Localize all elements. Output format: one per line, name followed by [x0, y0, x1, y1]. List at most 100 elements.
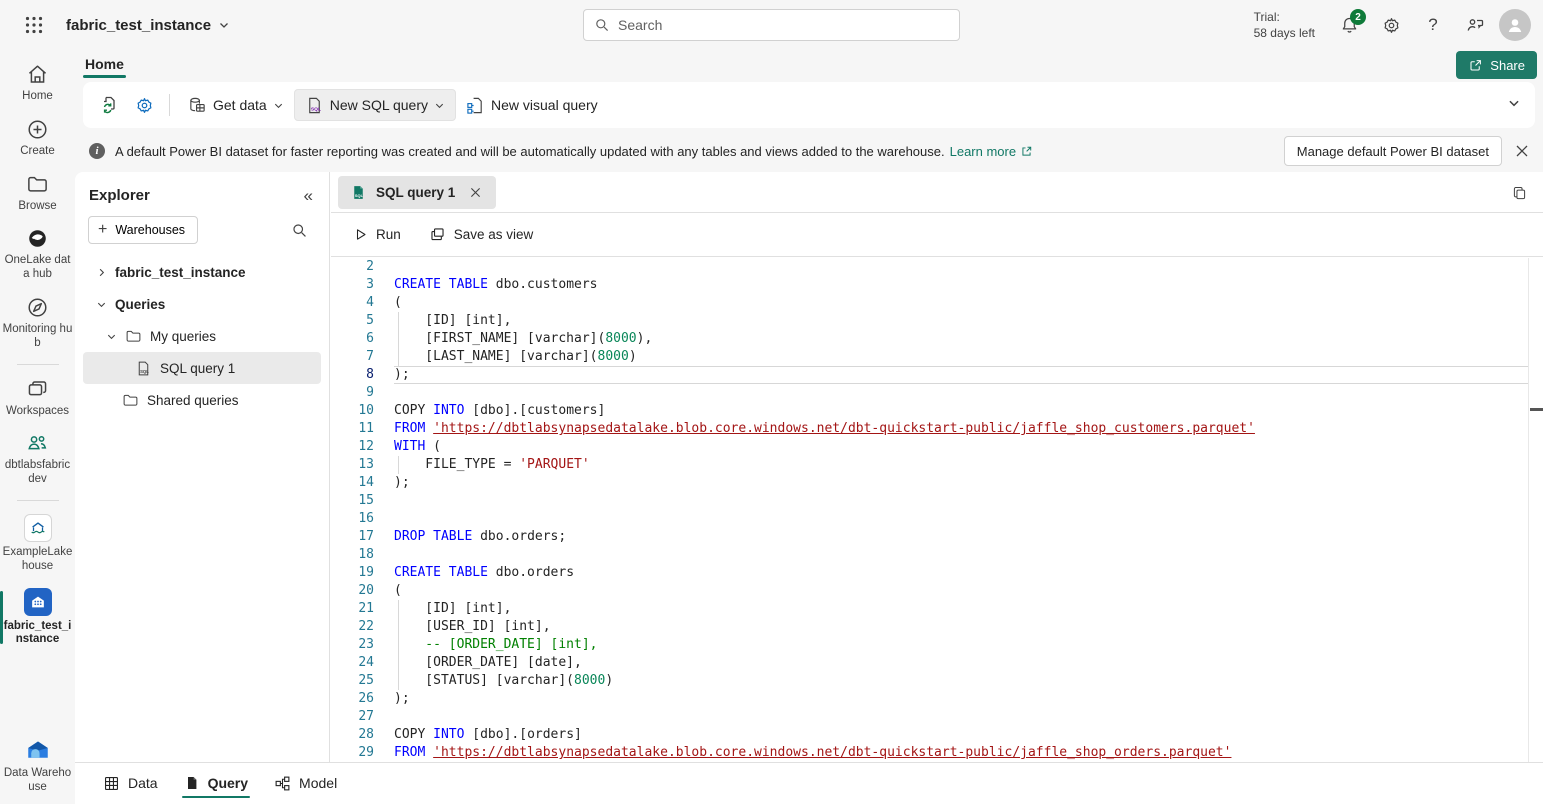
- feedback-icon[interactable]: [1457, 7, 1493, 43]
- editor-scrollbar[interactable]: [1528, 258, 1543, 762]
- tab-sql-query-1[interactable]: SQL SQL query 1: [338, 176, 496, 209]
- nav-item-onelake-data-hub[interactable]: OneLake data hub: [0, 226, 75, 283]
- code-line[interactable]: 26);: [331, 690, 1528, 708]
- code-line[interactable]: 25 [STATUS] [varchar](8000): [331, 672, 1528, 690]
- code-line[interactable]: 22 [USER_ID] [int],: [331, 618, 1528, 636]
- ribbon-toolbar: Get data SQL New SQL query New visual qu…: [83, 82, 1535, 128]
- tree-item-shared-queries[interactable]: Shared queries: [75, 384, 329, 416]
- code-line[interactable]: 14);: [331, 474, 1528, 492]
- chevron-down-icon: [105, 331, 117, 342]
- chevron-down-icon: [273, 100, 284, 111]
- new-visual-query-button[interactable]: New visual query: [456, 89, 608, 121]
- code-line[interactable]: 29FROM 'https://dbtlabsynapsedatalake.bl…: [331, 744, 1528, 762]
- external-link-icon: [1020, 145, 1033, 158]
- tree-item-sql-query-1[interactable]: SQL SQL query 1: [83, 352, 321, 384]
- code-line[interactable]: 4(: [331, 294, 1528, 312]
- code-line[interactable]: 24 [ORDER_DATE] [date],: [331, 654, 1528, 672]
- query-editor: SQL SQL query 1 Run: [331, 172, 1543, 762]
- get-data-button[interactable]: Get data: [178, 89, 294, 121]
- learn-more-link[interactable]: Learn more: [950, 144, 1033, 159]
- nav-item-examplelakehouse[interactable]: ExampleLakehouse: [0, 513, 75, 575]
- code-line[interactable]: 16: [331, 510, 1528, 528]
- tab-model[interactable]: Model: [266, 766, 345, 802]
- tab-query[interactable]: Query: [176, 766, 256, 801]
- svg-text:SQL: SQL: [140, 369, 149, 374]
- code-line[interactable]: 2: [331, 258, 1528, 276]
- code-line[interactable]: 11FROM 'https://dbtlabsynapsedatalake.bl…: [331, 420, 1528, 438]
- code-line[interactable]: 23 -- [ORDER_DATE] [int],: [331, 636, 1528, 654]
- save-as-view-button[interactable]: Save as view: [417, 219, 546, 251]
- nav-item-home[interactable]: Home: [0, 62, 75, 105]
- manage-default-dataset-button[interactable]: Manage default Power BI dataset: [1284, 136, 1502, 166]
- run-button[interactable]: Run: [341, 219, 413, 251]
- browse-icon: [26, 173, 49, 196]
- help-button[interactable]: ?: [1415, 7, 1451, 43]
- tree-item-queries[interactable]: Queries: [75, 288, 329, 320]
- notifications-button[interactable]: 2: [1331, 7, 1367, 43]
- code-line[interactable]: 13 FILE_TYPE = 'PARQUET': [331, 456, 1528, 474]
- tab-home[interactable]: Home: [83, 54, 126, 78]
- avatar[interactable]: [1499, 9, 1531, 41]
- collapse-panel-icon[interactable]: «: [304, 187, 313, 204]
- code-line[interactable]: 15: [331, 492, 1528, 510]
- home-icon: [26, 63, 49, 86]
- nav-item-workspaces[interactable]: Workspaces: [0, 377, 75, 420]
- code-line[interactable]: 20(: [331, 582, 1528, 600]
- copy-icon[interactable]: [1507, 181, 1531, 205]
- nav-item-workspace-dbtlabsfabricdev[interactable]: dbtlabsfabricdev: [0, 431, 75, 488]
- nav-item-browse[interactable]: Browse: [0, 172, 75, 215]
- code-line[interactable]: 28COPY INTO [dbo].[orders]: [331, 726, 1528, 744]
- query-doc-icon: [184, 775, 200, 791]
- chevron-right-icon: [95, 267, 107, 278]
- new-sql-query-button[interactable]: SQL New SQL query: [294, 89, 456, 121]
- info-icon: i: [89, 143, 105, 159]
- svg-text:SQL: SQL: [311, 106, 321, 112]
- ribbon-collapse-chevron[interactable]: [1507, 96, 1521, 110]
- folder-icon: [122, 392, 139, 409]
- code-line[interactable]: 10COPY INTO [dbo].[customers]: [331, 402, 1528, 420]
- explorer-search-icon[interactable]: [285, 216, 313, 244]
- warehouse-settings-icon[interactable]: [127, 89, 161, 121]
- tab-close-icon[interactable]: [464, 181, 486, 203]
- monitoring-icon: [26, 296, 49, 319]
- tree-item-my-queries[interactable]: My queries: [75, 320, 329, 352]
- main-content: Explorer « + Warehouses fabric_test_inst…: [75, 172, 1543, 804]
- code-line[interactable]: 7 [LAST_NAME] [varchar](8000): [331, 348, 1528, 366]
- query-toolbar: Run Save as view: [331, 213, 1543, 257]
- code-line[interactable]: 21 [ID] [int],: [331, 600, 1528, 618]
- divider: [169, 94, 170, 116]
- tree-item-warehouse-root[interactable]: fabric_test_instance: [75, 256, 329, 288]
- code-line[interactable]: 27: [331, 708, 1528, 726]
- code-line[interactable]: 17DROP TABLE dbo.orders;: [331, 528, 1528, 546]
- code-line[interactable]: 8);: [331, 366, 1528, 384]
- explorer-panel: Explorer « + Warehouses fabric_test_inst…: [75, 172, 330, 762]
- code-line[interactable]: 3CREATE TABLE dbo.customers: [331, 276, 1528, 294]
- search-input[interactable]: [618, 17, 949, 33]
- app-launcher-icon[interactable]: [10, 1, 58, 49]
- code-area[interactable]: 23CREATE TABLE dbo.customers4(5 [ID] [in…: [331, 258, 1528, 762]
- code-line[interactable]: 18: [331, 546, 1528, 564]
- scroll-position-mark: [1530, 408, 1543, 411]
- tab-data[interactable]: Data: [95, 766, 166, 802]
- code-line[interactable]: 6 [FIRST_NAME] [varchar](8000),: [331, 330, 1528, 348]
- nav-item-create[interactable]: Create: [0, 117, 75, 160]
- view-switcher: Data Query Model: [75, 762, 1543, 804]
- refresh-semantic-model-icon[interactable]: [93, 89, 127, 121]
- code-lines: 23CREATE TABLE dbo.customers4(5 [ID] [in…: [331, 258, 1528, 762]
- code-line[interactable]: 19CREATE TABLE dbo.orders: [331, 564, 1528, 582]
- database-icon: [188, 96, 207, 115]
- code-line[interactable]: 12WITH (: [331, 438, 1528, 456]
- nav-item-monitoring-hub[interactable]: Monitoring hub: [0, 295, 75, 352]
- search-icon: [594, 17, 610, 33]
- workspace-switcher[interactable]: fabric_test_instance: [66, 17, 230, 34]
- nav-item-data-warehouse[interactable]: Data Warehouse: [0, 736, 75, 796]
- banner-close-icon[interactable]: [1507, 136, 1537, 166]
- add-warehouses-button[interactable]: + Warehouses: [88, 216, 198, 244]
- nav-item-fabric-test-instance[interactable]: fabric_test_instance: [0, 587, 75, 649]
- share-button[interactable]: Share: [1456, 51, 1537, 79]
- settings-button[interactable]: [1373, 7, 1409, 43]
- save-as-view-icon: [429, 226, 446, 243]
- play-icon: [353, 227, 368, 242]
- code-line[interactable]: 9: [331, 384, 1528, 402]
- code-line[interactable]: 5 [ID] [int],: [331, 312, 1528, 330]
